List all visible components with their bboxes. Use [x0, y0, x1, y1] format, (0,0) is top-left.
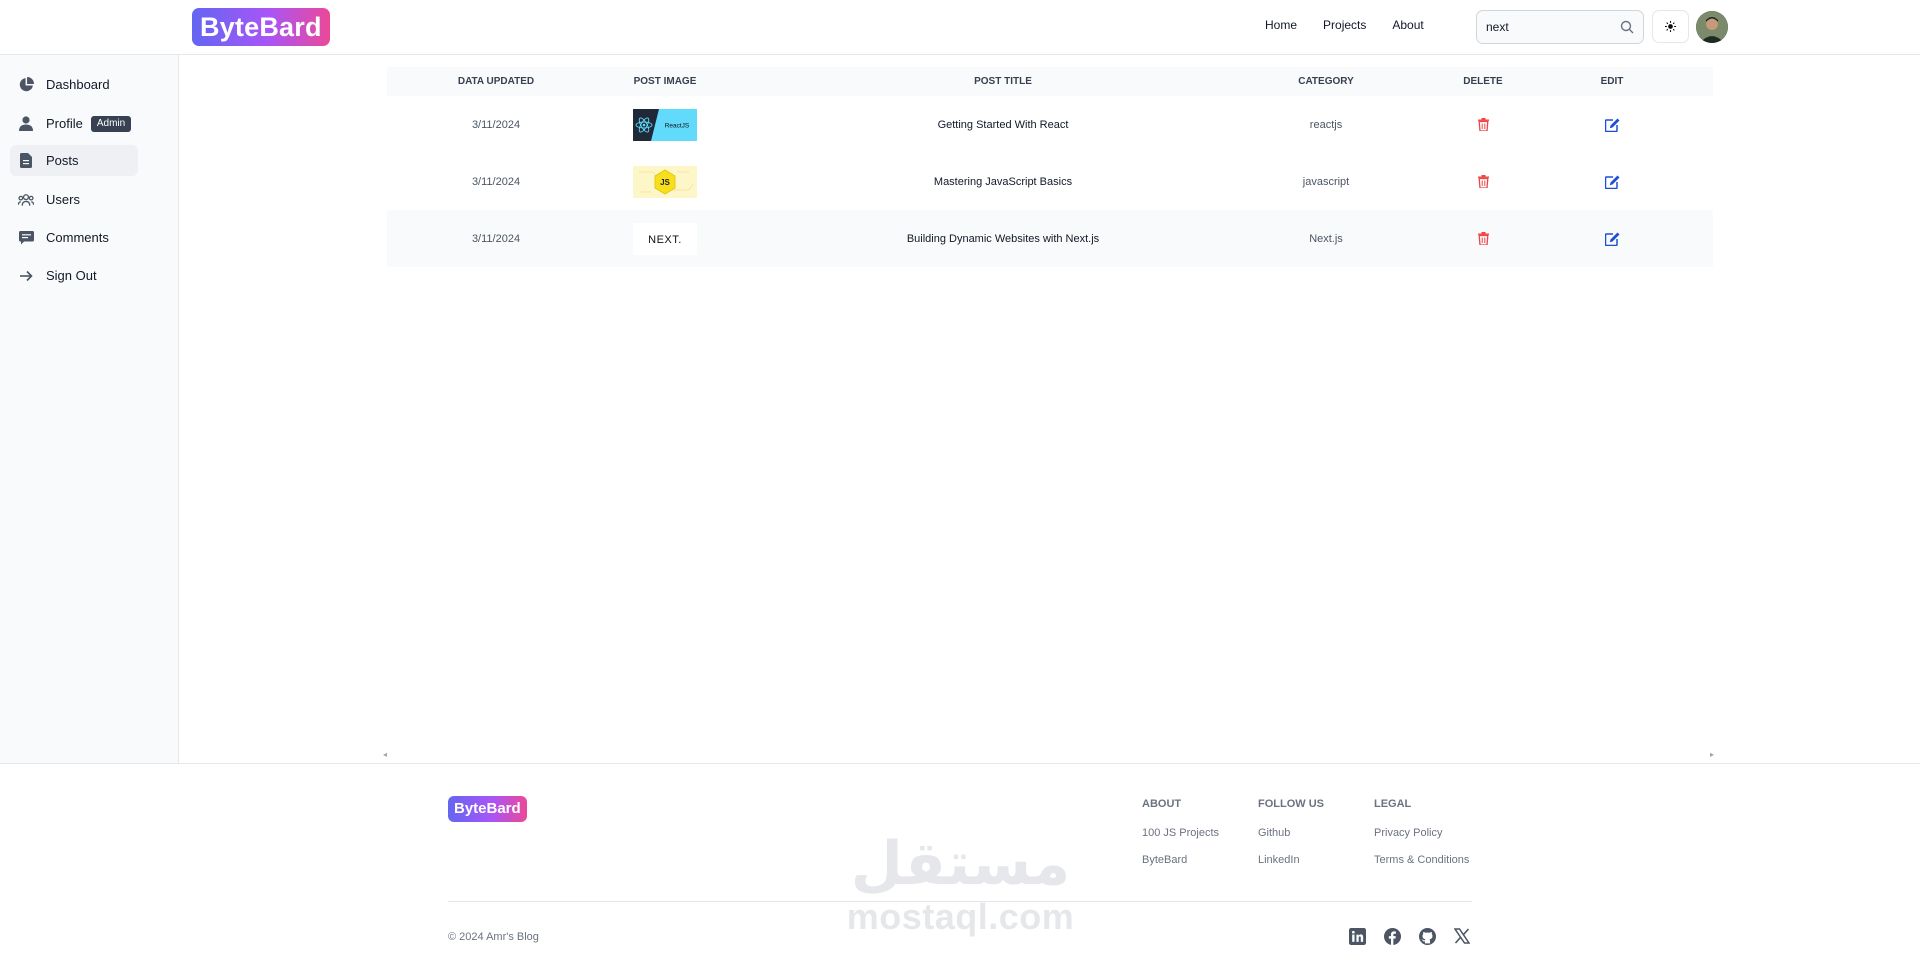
- pie-chart-icon: [18, 77, 34, 93]
- svg-text:ReactJS: ReactJS: [665, 122, 690, 129]
- footer-column-about: About 100 JS Projects ByteBard: [1142, 798, 1219, 881]
- brand-logo[interactable]: ByteBard: [192, 8, 330, 46]
- svg-text:JS: JS: [660, 178, 670, 187]
- footer-column-follow: Follow us Github LinkedIn: [1258, 798, 1324, 881]
- search-box: [1476, 10, 1644, 44]
- sidebar-item-label: Posts: [46, 153, 79, 168]
- table-header-row: Data updated Post image Post title Categ…: [387, 67, 1713, 96]
- post-title-link[interactable]: Getting Started With React: [725, 119, 1281, 131]
- sidebar-item-label: Dashboard: [46, 77, 110, 92]
- edit-icon[interactable]: [1604, 232, 1620, 246]
- post-thumbnail[interactable]: JS: [633, 165, 697, 198]
- footer-column-legal: Legal Privacy Policy Terms & Conditions: [1374, 798, 1469, 881]
- user-icon: [18, 116, 34, 132]
- sidebar-item-sign-out[interactable]: Sign Out: [10, 260, 138, 291]
- sidebar-item-label: Comments: [46, 230, 109, 245]
- mostaql-watermark: مستقل mostaql.com: [846, 830, 1075, 937]
- sidebar-item-comments[interactable]: Comments: [10, 222, 138, 253]
- sidebar-item-profile[interactable]: Profile Admin: [10, 108, 138, 139]
- post-title-link[interactable]: Building Dynamic Websites with Next.js: [725, 233, 1281, 245]
- post-thumbnail[interactable]: NEXT.: [633, 222, 697, 255]
- trash-icon[interactable]: [1477, 118, 1489, 131]
- sidebar-item-label: Users: [46, 192, 80, 207]
- footer-link-js-projects[interactable]: 100 JS Projects: [1142, 827, 1219, 839]
- footer-link-bytebard[interactable]: ByteBard: [1142, 854, 1219, 866]
- nav-projects-link[interactable]: Projects: [1323, 18, 1366, 32]
- nav-about-link[interactable]: About: [1392, 18, 1423, 32]
- footer-link-privacy[interactable]: Privacy Policy: [1374, 827, 1469, 839]
- copyright-text: © 2024 Amr's Blog: [448, 931, 539, 943]
- footer-brand-logo[interactable]: ByteBard: [448, 796, 527, 822]
- column-header-edit: Edit: [1600, 76, 1624, 87]
- github-icon[interactable]: [1419, 928, 1437, 946]
- sidebar: Dashboard Profile Admin Posts Users Comm…: [0, 55, 179, 763]
- x-icon[interactable]: [1454, 928, 1472, 946]
- post-date: 3/11/2024: [471, 175, 521, 188]
- post-date: 3/11/2024: [471, 232, 521, 245]
- footer-link-linkedin[interactable]: LinkedIn: [1258, 854, 1324, 866]
- post-category: javascript: [1302, 175, 1350, 188]
- posts-table: Data updated Post image Post title Categ…: [387, 67, 1713, 267]
- sun-icon: [1665, 21, 1676, 32]
- user-avatar[interactable]: [1696, 11, 1728, 43]
- sidebar-item-label: Profile: [46, 116, 83, 131]
- post-date: 3/11/2024: [471, 118, 521, 131]
- sidebar-item-label: Sign Out: [46, 268, 97, 283]
- table-row: 3/11/2024 ReactJS Getting Started With R…: [387, 96, 1713, 153]
- trash-icon[interactable]: [1477, 175, 1489, 188]
- top-header: ByteBard Home Projects About: [0, 0, 1920, 55]
- admin-badge: Admin: [90, 115, 132, 132]
- svg-text:NEXT.: NEXT.: [648, 234, 682, 246]
- post-category: Next.js: [1309, 232, 1343, 245]
- scroll-right-icon[interactable]: ▸: [1710, 750, 1714, 759]
- linkedin-icon[interactable]: [1349, 928, 1367, 946]
- footer-heading: About: [1142, 798, 1182, 810]
- search-icon[interactable]: [1620, 20, 1634, 34]
- footer-heading: Follow us: [1258, 798, 1324, 810]
- nav-home-link[interactable]: Home: [1265, 18, 1297, 32]
- footer-link-terms[interactable]: Terms & Conditions: [1374, 854, 1469, 866]
- post-thumbnail[interactable]: ReactJS: [633, 108, 697, 141]
- sidebar-item-dashboard[interactable]: Dashboard: [10, 69, 138, 100]
- column-header-title: Post title: [974, 76, 1032, 87]
- sidebar-item-posts[interactable]: Posts: [10, 145, 138, 176]
- footer-divider: [448, 901, 1472, 902]
- comment-icon: [18, 230, 34, 246]
- sidebar-item-users[interactable]: Users: [10, 184, 138, 215]
- edit-icon[interactable]: [1604, 175, 1620, 189]
- theme-toggle-button[interactable]: [1652, 10, 1689, 43]
- search-input[interactable]: [1486, 20, 1616, 34]
- users-group-icon: [18, 192, 34, 208]
- scroll-left-icon[interactable]: ◂: [383, 750, 387, 759]
- table-row: 3/11/2024 JS Mastering JavaScript Basics…: [387, 153, 1713, 210]
- table-row: 3/11/2024 NEXT. Building Dynamic Website…: [387, 210, 1713, 267]
- footer: ByteBard مستقل mostaql.com About 100 JS …: [0, 763, 1920, 963]
- column-header-date: Data updated: [457, 76, 535, 87]
- footer-heading: Legal: [1374, 798, 1412, 810]
- main-nav: Home Projects About: [1265, 18, 1424, 32]
- facebook-icon[interactable]: [1384, 928, 1402, 946]
- social-links: [1349, 928, 1472, 946]
- post-title-link[interactable]: Mastering JavaScript Basics: [725, 176, 1281, 188]
- column-header-image: Post image: [633, 76, 697, 87]
- footer-link-github[interactable]: Github: [1258, 827, 1324, 839]
- column-header-delete: Delete: [1463, 76, 1503, 87]
- arrow-right-icon: [18, 268, 34, 284]
- edit-icon[interactable]: [1604, 118, 1620, 132]
- trash-icon[interactable]: [1477, 232, 1489, 245]
- document-icon: [18, 153, 34, 169]
- post-category: reactjs: [1309, 118, 1343, 131]
- column-header-category: Category: [1298, 76, 1354, 87]
